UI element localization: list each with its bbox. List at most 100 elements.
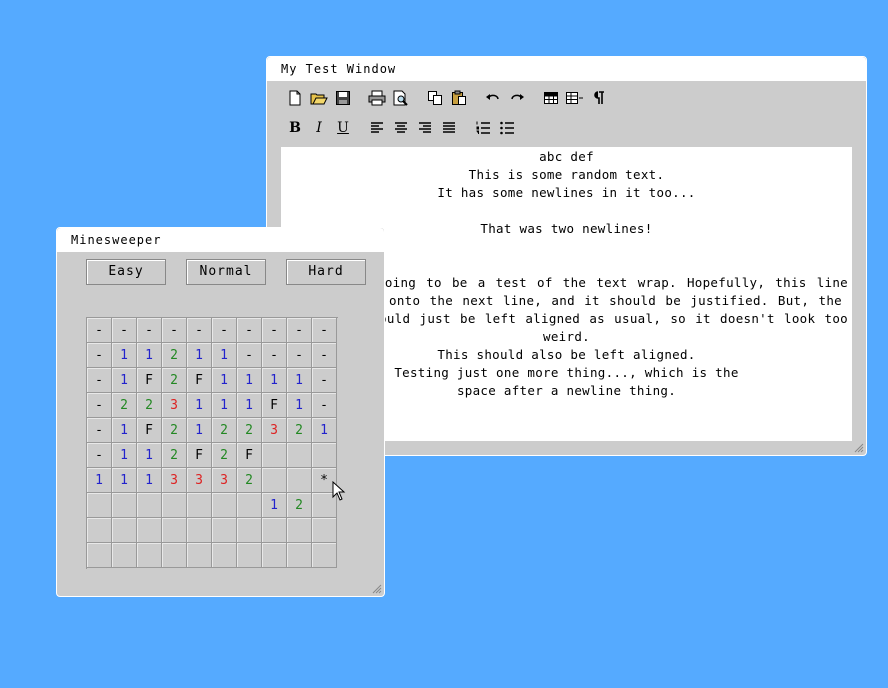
mine-cell[interactable] <box>237 493 262 518</box>
mine-cell[interactable]: 1 <box>312 418 337 443</box>
mine-cell[interactable]: 1 <box>112 468 137 493</box>
mine-cell[interactable]: 2 <box>112 393 137 418</box>
mine-cell[interactable]: 1 <box>137 468 162 493</box>
mine-cell[interactable]: 2 <box>137 393 162 418</box>
mine-cell[interactable]: 1 <box>187 418 212 443</box>
align-right-icon[interactable] <box>413 117 437 139</box>
hard-button[interactable]: Hard <box>286 259 366 285</box>
mine-cell[interactable]: - <box>162 318 187 343</box>
mine-cell[interactable]: - <box>87 343 112 368</box>
mine-cell[interactable]: - <box>312 343 337 368</box>
mine-cell[interactable] <box>112 518 137 543</box>
mine-cell[interactable]: 3 <box>262 418 287 443</box>
numbered-list-icon[interactable] <box>471 117 495 139</box>
mine-cell[interactable]: - <box>87 443 112 468</box>
mine-cell[interactable]: 3 <box>187 468 212 493</box>
paste-icon[interactable] <box>447 87 471 109</box>
align-justify-icon[interactable] <box>437 117 461 139</box>
print-icon[interactable] <box>365 87 389 109</box>
mine-cell[interactable]: 2 <box>162 418 187 443</box>
mine-cell[interactable]: - <box>137 318 162 343</box>
mine-cell[interactable]: F <box>137 418 162 443</box>
mine-cell[interactable] <box>312 443 337 468</box>
text-window-titlebar[interactable]: My Test Window <box>267 57 866 81</box>
mine-cell[interactable]: 1 <box>137 343 162 368</box>
redo-icon[interactable] <box>505 87 529 109</box>
open-folder-icon[interactable] <box>307 87 331 109</box>
mine-cell[interactable]: 2 <box>162 343 187 368</box>
bold-button[interactable]: B <box>283 117 307 139</box>
minesweeper-titlebar[interactable]: Minesweeper <box>57 228 384 252</box>
mine-cell[interactable] <box>137 493 162 518</box>
mine-cell[interactable]: 1 <box>212 343 237 368</box>
mine-cell[interactable] <box>212 493 237 518</box>
mine-cell[interactable] <box>112 543 137 568</box>
mine-cell[interactable]: F <box>187 443 212 468</box>
mine-cell[interactable]: 3 <box>162 393 187 418</box>
mine-cell[interactable] <box>287 543 312 568</box>
mine-cell[interactable]: 2 <box>162 443 187 468</box>
mine-cell[interactable]: - <box>87 393 112 418</box>
mine-cell[interactable]: 2 <box>287 418 312 443</box>
resize-grip-icon[interactable] <box>854 443 864 453</box>
mine-cell[interactable]: - <box>237 318 262 343</box>
mine-cell[interactable] <box>287 518 312 543</box>
table-icon[interactable] <box>539 87 563 109</box>
mine-cell[interactable]: 1 <box>287 393 312 418</box>
mine-cell[interactable] <box>262 468 287 493</box>
paragraph-mark-icon[interactable] <box>587 87 611 109</box>
underline-button[interactable]: U <box>331 117 355 139</box>
mine-cell[interactable]: 2 <box>287 493 312 518</box>
mine-cell[interactable]: 1 <box>262 493 287 518</box>
italic-button[interactable]: I <box>307 117 331 139</box>
mine-cell[interactable] <box>312 543 337 568</box>
mine-cell[interactable]: 1 <box>137 443 162 468</box>
align-left-icon[interactable] <box>365 117 389 139</box>
mine-cell[interactable] <box>162 518 187 543</box>
bullet-list-icon[interactable] <box>495 117 519 139</box>
mine-cell[interactable] <box>212 518 237 543</box>
mine-cell[interactable]: 1 <box>112 343 137 368</box>
mine-cell[interactable]: F <box>237 443 262 468</box>
mine-cell[interactable] <box>87 543 112 568</box>
mine-cell[interactable] <box>137 518 162 543</box>
mine-cell[interactable] <box>112 493 137 518</box>
mine-cell[interactable]: - <box>287 343 312 368</box>
mine-cell[interactable] <box>262 443 287 468</box>
mine-cell[interactable] <box>87 518 112 543</box>
easy-button[interactable]: Easy <box>86 259 166 285</box>
table-columns-icon[interactable] <box>563 87 587 109</box>
mine-cell[interactable] <box>87 493 112 518</box>
mine-cell[interactable] <box>187 518 212 543</box>
mine-cell[interactable]: - <box>262 318 287 343</box>
mine-cell[interactable]: F <box>262 393 287 418</box>
mine-cell[interactable]: - <box>287 318 312 343</box>
mine-cell[interactable]: 2 <box>237 418 262 443</box>
mine-cell[interactable]: 1 <box>112 368 137 393</box>
minesweeper-window[interactable]: Minesweeper Easy Normal Hard -----------… <box>56 227 385 597</box>
mine-cell[interactable]: - <box>312 393 337 418</box>
mine-cell[interactable]: 1 <box>262 368 287 393</box>
resize-grip-icon[interactable] <box>372 584 382 594</box>
mine-cell[interactable]: 1 <box>112 443 137 468</box>
mine-cell[interactable] <box>162 543 187 568</box>
mine-cell[interactable] <box>262 518 287 543</box>
align-center-icon[interactable] <box>389 117 413 139</box>
mine-cell[interactable] <box>212 543 237 568</box>
mine-cell[interactable]: 2 <box>162 368 187 393</box>
print-preview-icon[interactable] <box>389 87 413 109</box>
copy-icon[interactable] <box>423 87 447 109</box>
mine-cell[interactable]: F <box>137 368 162 393</box>
mine-cell[interactable]: 1 <box>212 393 237 418</box>
mine-cell[interactable] <box>137 543 162 568</box>
mine-cell[interactable] <box>162 493 187 518</box>
mine-cell[interactable]: 1 <box>87 468 112 493</box>
mine-cell[interactable]: 1 <box>112 418 137 443</box>
mine-cell[interactable]: 2 <box>212 418 237 443</box>
mine-cell[interactable]: 1 <box>187 393 212 418</box>
mine-cell[interactable]: 1 <box>212 368 237 393</box>
normal-button[interactable]: Normal <box>186 259 266 285</box>
mine-cell[interactable]: - <box>237 343 262 368</box>
mine-cell[interactable] <box>287 468 312 493</box>
mine-cell[interactable]: - <box>87 368 112 393</box>
